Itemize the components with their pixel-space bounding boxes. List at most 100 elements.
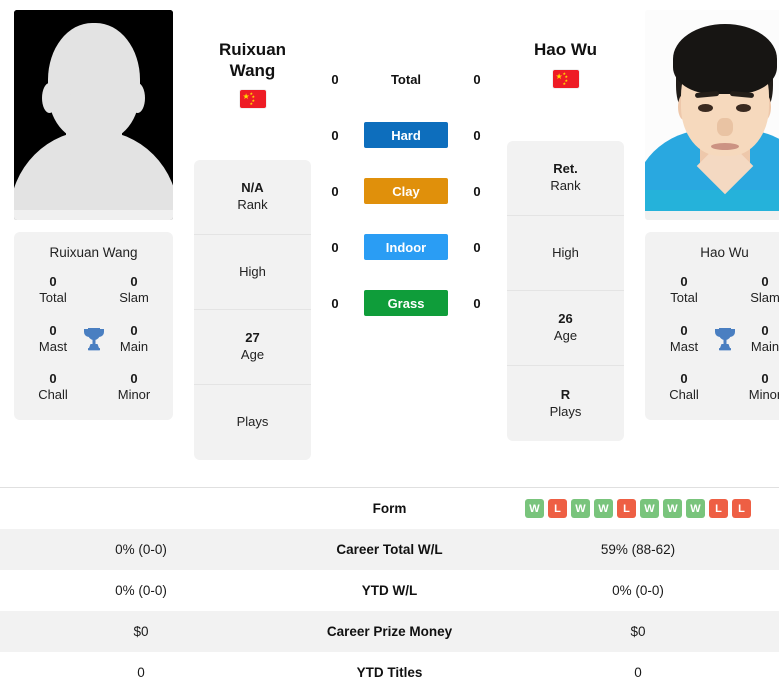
form-badge-win: W bbox=[594, 499, 613, 518]
left-titles-slam-label: Slam bbox=[119, 290, 149, 306]
table-row: $0 Career Prize Money $0 bbox=[0, 611, 779, 652]
player-comparison-page: Ruixuan Wang 0 Total 0 Slam 0 Mast 0 Mai… bbox=[0, 0, 779, 699]
row-career-wl-right-value: 59% (88-62) bbox=[600, 542, 676, 557]
surface-row-total: 0 Total 0 bbox=[326, 65, 486, 93]
left-info-card: N/A Rank High 27 Age Plays bbox=[194, 160, 311, 460]
form-badge-win: W bbox=[640, 499, 659, 518]
right-titles-total-value: 0 bbox=[680, 274, 688, 289]
row-ytd-wl-label: YTD W/L bbox=[361, 583, 418, 598]
right-player-name-header: Hao Wu ★ ★ ★ ★ ★ bbox=[507, 40, 624, 88]
left-titles-row-3: 0 Chall 0 Minor bbox=[14, 371, 173, 404]
right-titles-slam-label: Slam bbox=[750, 290, 779, 306]
right-titles-minor-value: 0 bbox=[761, 371, 769, 386]
right-info-age-value: 26 bbox=[558, 311, 573, 327]
surface-indoor-badge[interactable]: Indoor bbox=[364, 234, 448, 260]
right-info-plays-value: R bbox=[560, 386, 571, 402]
left-titles-minor: 0 Minor bbox=[109, 371, 159, 404]
right-titles-total-label: Total bbox=[670, 290, 698, 306]
row-ytd-wl-right-value: 0% (0-0) bbox=[612, 583, 664, 598]
left-titles-slam-value: 0 bbox=[130, 274, 138, 289]
left-titles-main-label: Main bbox=[119, 338, 149, 354]
trophy-icon bbox=[711, 327, 739, 351]
surface-hard-left-value: 0 bbox=[331, 127, 339, 143]
left-info-rank: N/A Rank bbox=[194, 160, 311, 235]
surface-total-right-value: 0 bbox=[473, 71, 481, 87]
row-career-wl-left-value: 0% (0-0) bbox=[115, 542, 167, 557]
right-titles-main-value: 0 bbox=[761, 322, 769, 338]
left-player-info-column: Ruixuan Wang ★ ★ ★ ★ ★ N/A Rank High 27 … bbox=[194, 10, 311, 476]
table-row: 0% (0-0) YTD W/L 0% (0-0) bbox=[0, 570, 779, 611]
right-titles-row-3: 0 Chall 0 Minor bbox=[645, 371, 779, 404]
right-player-column: Hao Wu 0 Total 0 Slam 0 Mast 0 Main 0 Ch… bbox=[645, 10, 779, 476]
right-player-photo bbox=[645, 10, 779, 220]
silhouette-placeholder-icon bbox=[14, 10, 173, 220]
right-info-age-label: Age bbox=[553, 328, 578, 343]
right-titles-main-label: Main bbox=[750, 338, 779, 354]
right-info-plays-label: Plays bbox=[549, 403, 582, 419]
surface-clay-left-value: 0 bbox=[331, 183, 339, 199]
row-prize-money-left-value: $0 bbox=[133, 624, 149, 639]
right-info-rank: Ret. Rank bbox=[507, 141, 624, 216]
surface-hard-badge[interactable]: Hard bbox=[364, 122, 448, 148]
left-info-age-value: 27 bbox=[245, 330, 260, 346]
left-titles-minor-label: Minor bbox=[117, 387, 151, 403]
form-badge-list: WLWWLWWWLL bbox=[497, 499, 779, 518]
form-badge-win: W bbox=[663, 499, 682, 518]
surface-grass-right-value: 0 bbox=[473, 295, 481, 311]
right-player-info-column: Hao Wu ★ ★ ★ ★ ★ Ret. Rank High 26 Age R… bbox=[507, 10, 624, 476]
form-badge-loss: L bbox=[617, 499, 636, 518]
left-info-plays: Plays bbox=[194, 385, 311, 460]
right-player-card-name: Hao Wu bbox=[700, 245, 749, 260]
right-info-high: High bbox=[507, 216, 624, 291]
left-info-rank-value: N/A bbox=[241, 180, 264, 196]
right-titles-minor: 0 Minor bbox=[740, 371, 779, 404]
left-titles-mast-value: 0 bbox=[49, 322, 57, 338]
surface-grass-left-value: 0 bbox=[331, 295, 339, 311]
left-titles-main: 0 Main bbox=[109, 323, 159, 356]
left-info-high: High bbox=[194, 235, 311, 310]
surface-row-grass: 0 Grass 0 bbox=[326, 289, 486, 317]
left-titles-row-2: 0 Mast 0 Main bbox=[14, 323, 173, 356]
right-titles-row-1: 0 Total 0 Slam bbox=[645, 274, 779, 307]
left-titles-mast: 0 Mast bbox=[28, 323, 78, 356]
row-ytd-wl-left-value: 0% (0-0) bbox=[115, 583, 167, 598]
left-info-age: 27 Age bbox=[194, 310, 311, 385]
right-info-rank-value: Ret. bbox=[553, 161, 578, 177]
player-portrait-image bbox=[645, 10, 779, 220]
right-titles-main: 0 Main bbox=[740, 323, 779, 356]
right-info-plays: R Plays bbox=[507, 366, 624, 441]
player-comparison-header: Ruixuan Wang 0 Total 0 Slam 0 Mast 0 Mai… bbox=[0, 0, 779, 476]
surface-total-label: Total bbox=[390, 71, 422, 87]
surface-row-indoor: 0 Indoor 0 bbox=[326, 233, 486, 261]
row-career-wl-label: Career Total W/L bbox=[336, 542, 443, 557]
form-badge-win: W bbox=[525, 499, 544, 518]
form-badge-loss: L bbox=[732, 499, 751, 518]
left-player-name-header: Ruixuan Wang ★ ★ ★ ★ ★ bbox=[194, 40, 311, 109]
left-info-age-label: Age bbox=[240, 347, 265, 362]
form-badge-win: W bbox=[686, 499, 705, 518]
left-info-plays-label: Plays bbox=[236, 414, 269, 430]
left-info-rank-label: Rank bbox=[237, 197, 268, 212]
row-prize-money-label: Career Prize Money bbox=[326, 624, 453, 639]
right-info-high-label: High bbox=[552, 244, 579, 260]
right-titles-chall-value: 0 bbox=[680, 371, 688, 386]
surface-grass-badge[interactable]: Grass bbox=[364, 290, 448, 316]
left-titles-mast-label: Mast bbox=[38, 338, 68, 354]
left-player-photo bbox=[14, 10, 173, 220]
right-info-rank-label: Rank bbox=[550, 178, 581, 193]
row-form-label: Form bbox=[372, 501, 407, 516]
left-titles-total: 0 Total bbox=[28, 274, 78, 307]
left-titles-chall: 0 Chall bbox=[28, 371, 78, 404]
left-titles-slam: 0 Slam bbox=[109, 274, 159, 307]
row-ytd-titles-label: YTD Titles bbox=[356, 665, 423, 680]
left-player-column: Ruixuan Wang 0 Total 0 Slam 0 Mast 0 Mai… bbox=[14, 10, 173, 476]
form-badge-loss: L bbox=[548, 499, 567, 518]
surface-row-clay: 0 Clay 0 bbox=[326, 177, 486, 205]
right-titles-slam: 0 Slam bbox=[740, 274, 779, 307]
left-player-titles-card: Ruixuan Wang 0 Total 0 Slam 0 Mast 0 Mai… bbox=[14, 232, 173, 420]
form-badge-loss: L bbox=[709, 499, 728, 518]
surface-clay-badge[interactable]: Clay bbox=[364, 178, 448, 204]
right-info-card: Ret. Rank High 26 Age R Plays bbox=[507, 141, 624, 441]
cn-flag-icon: ★ ★ ★ ★ ★ bbox=[552, 69, 579, 88]
right-player-titles-card: Hao Wu 0 Total 0 Slam 0 Mast 0 Main 0 Ch… bbox=[645, 232, 779, 420]
